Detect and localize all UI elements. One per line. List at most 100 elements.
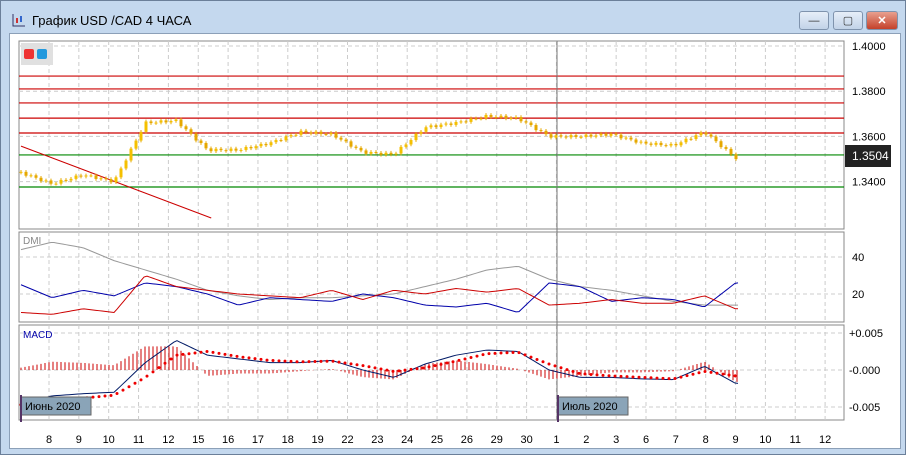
macd-signal-line <box>313 360 317 364</box>
candle-body <box>249 146 253 149</box>
macd-signal-line <box>247 356 251 360</box>
candle-body <box>184 126 188 130</box>
candle-body <box>334 132 338 138</box>
candle-body <box>514 117 518 119</box>
candle-body <box>279 140 283 142</box>
panel-0 <box>18 40 845 230</box>
macd-signal-line <box>271 359 275 363</box>
x-tick-label: 12 <box>819 434 831 446</box>
candle-body <box>234 148 238 151</box>
macd-signal-line <box>121 388 125 392</box>
macd-signal-line <box>427 365 431 369</box>
candle-body <box>134 140 138 149</box>
candle-body <box>509 117 513 119</box>
candle-body <box>259 143 263 147</box>
chart-svg[interactable]: 8 9 10 11 12 15 16 17 18 19 22 23 24 25 26 29 30 1 2 3 6 7 8 9 1… <box>1 1 891 446</box>
candle-body <box>544 130 548 135</box>
macd-signal-line <box>613 374 617 378</box>
candle-body <box>274 140 278 143</box>
candle-body <box>484 114 488 119</box>
price-tick-label: 1.3600 <box>852 131 886 143</box>
x-tick-label: 12 <box>162 434 174 446</box>
price-tick-label: 1.4000 <box>852 41 886 53</box>
candle-body <box>269 142 273 146</box>
candle-body <box>314 131 318 134</box>
dmi-label: DMI <box>23 236 41 247</box>
macd-signal-line <box>487 352 491 356</box>
candle-body <box>399 146 403 154</box>
candle-body <box>34 175 38 178</box>
x-tick-label: 26 <box>461 434 473 446</box>
candle-body <box>294 134 298 136</box>
macd-signal-line <box>691 372 695 376</box>
candle-body <box>464 121 468 123</box>
macd-signal-line <box>475 354 479 358</box>
candle-body <box>19 171 23 173</box>
candle-body <box>379 152 383 155</box>
macd-signal-line <box>127 385 131 389</box>
candle-body <box>329 132 333 135</box>
macd-signal-line <box>319 359 323 363</box>
panel-1 <box>18 231 845 323</box>
macd-signal-line <box>655 376 659 380</box>
macd-signal-line <box>727 373 731 377</box>
candle-body <box>394 153 398 155</box>
candle-body <box>569 135 573 138</box>
candle-body <box>174 119 178 122</box>
candle-body <box>524 121 528 123</box>
candle-body <box>499 115 503 118</box>
macd-signal-line <box>133 381 137 385</box>
macd-signal-line <box>463 357 467 361</box>
macd-signal-line <box>577 371 581 375</box>
candle-body <box>54 183 58 185</box>
macd-signal-line <box>721 372 725 376</box>
candle-body <box>634 139 638 143</box>
macd-signal-line <box>547 362 551 366</box>
macd-signal-line <box>673 377 677 381</box>
macd-signal-line <box>511 350 515 354</box>
macd-signal-line <box>433 364 437 368</box>
chart-area[interactable]: 8 9 10 11 12 15 16 17 18 19 22 23 24 25 26 29 30 1 2 3 6 7 8 9 1… <box>9 33 901 449</box>
macd-signal-line <box>451 360 455 364</box>
x-tick-label: 23 <box>371 434 383 446</box>
macd-signal-line <box>337 360 341 364</box>
macd-signal-line <box>403 368 407 372</box>
macd-signal-line <box>517 351 521 355</box>
macd-signal-line <box>205 350 209 354</box>
candle-body <box>449 123 453 125</box>
candle-body <box>714 136 718 142</box>
candle-body <box>404 144 408 147</box>
macd-tick-label: +0.005 <box>849 328 883 340</box>
candle-body <box>349 141 353 147</box>
candle-body <box>469 118 473 122</box>
candle-body <box>69 178 73 181</box>
candle-body <box>549 134 553 138</box>
macd-signal-line <box>277 359 281 363</box>
macd-signal-line <box>379 367 383 371</box>
candle-body <box>189 129 193 134</box>
x-tick-label: 29 <box>491 434 503 446</box>
candle-body <box>194 133 198 141</box>
candle-body <box>299 130 303 135</box>
candle-body <box>629 137 633 140</box>
candle-body <box>609 133 613 136</box>
candle-body <box>709 134 713 137</box>
candle-body <box>289 135 293 137</box>
candle-body <box>519 117 523 122</box>
candle-body <box>359 147 363 151</box>
candle-body <box>104 178 108 180</box>
candle-body <box>624 137 628 139</box>
macd-signal-line <box>649 376 653 380</box>
macd-signal-line <box>199 350 203 354</box>
candle-body <box>454 121 458 125</box>
macd-signal-line <box>97 395 101 399</box>
macd-signal-line <box>571 369 575 373</box>
macd-signal-line <box>643 376 647 380</box>
x-tick-label: 10 <box>759 434 771 446</box>
candle-body <box>429 125 433 128</box>
macd-signal-line <box>667 377 671 381</box>
candle-body <box>109 179 113 183</box>
candle-body <box>719 141 723 148</box>
dmi-tick-label: 40 <box>852 252 864 264</box>
macd-signal-line <box>187 352 191 356</box>
